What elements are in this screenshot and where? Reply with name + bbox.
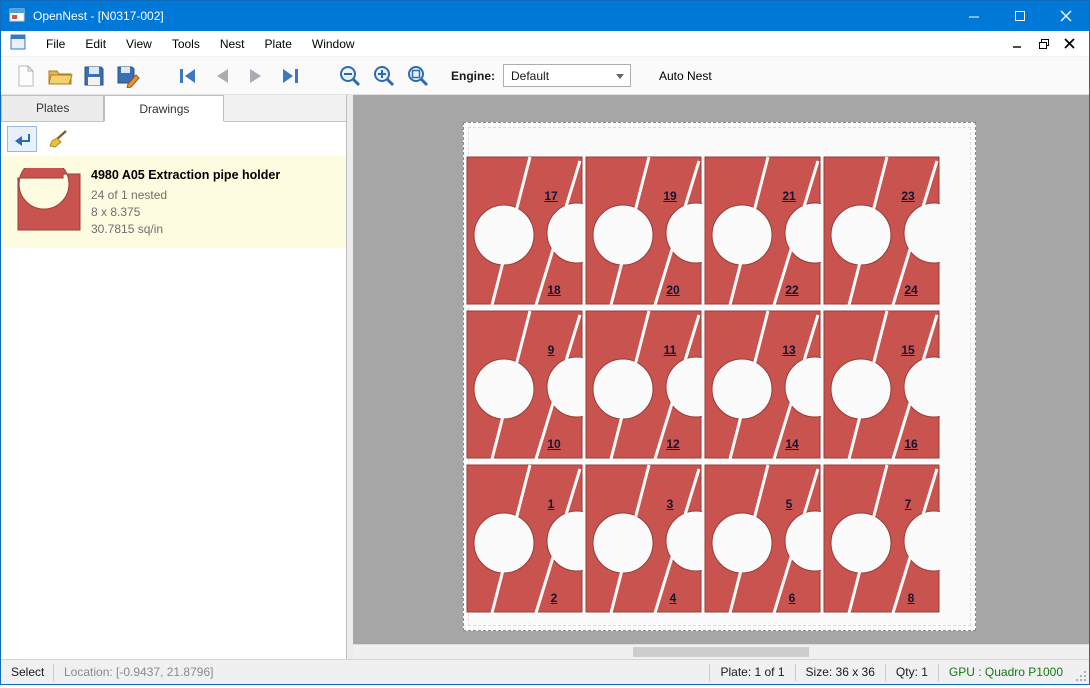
save-button[interactable]	[77, 60, 111, 92]
part-number[interactable]: 23	[885, 189, 931, 203]
open-file-button[interactable]	[43, 60, 77, 92]
part-thumbnail	[7, 164, 91, 238]
plate-count: Plate: 1 of 1	[710, 660, 794, 685]
horizontal-scrollbar[interactable]	[353, 644, 1089, 659]
menu-file[interactable]: File	[36, 31, 75, 57]
plate[interactable]: 17 18 19 20 21 22 23	[463, 122, 976, 631]
nest-canvas[interactable]: 17 18 19 20 21 22 23	[353, 95, 1089, 659]
nested-part-pair[interactable]: 1 2	[466, 463, 583, 615]
nested-part-pair[interactable]: 3 4	[585, 463, 702, 615]
nested-part-pair[interactable]: 17 18	[466, 155, 583, 307]
tab-drawings[interactable]: Drawings	[104, 95, 224, 122]
part-number[interactable]: 19	[647, 189, 693, 203]
part-number[interactable]: 6	[769, 591, 815, 605]
panel-tab-strip: Plates Drawings	[1, 95, 346, 122]
nested-part-pair[interactable]: 13 14	[704, 309, 821, 461]
window-title: OpenNest - [N0317-002]	[33, 9, 164, 23]
previous-plate-button[interactable]	[205, 60, 239, 92]
last-plate-button[interactable]	[273, 60, 307, 92]
nested-part-pair[interactable]: 21 22	[704, 155, 821, 307]
nested-part-pair[interactable]: 19 20	[585, 155, 702, 307]
nested-part-pair[interactable]: 9 10	[466, 309, 583, 461]
mdi-close-button[interactable]	[1057, 33, 1083, 55]
drawing-title: 4980 A05 Extraction pipe holder	[91, 168, 280, 182]
part-number[interactable]: 17	[528, 189, 574, 203]
menu-plate[interactable]: Plate	[255, 31, 302, 57]
plate-qty: Qty: 1	[886, 660, 938, 685]
mdi-restore-button[interactable]	[1031, 33, 1057, 55]
resize-grip[interactable]	[1075, 660, 1089, 685]
part-number[interactable]: 20	[650, 283, 696, 297]
status-bar: Select Location: [-0.9437, 21.8796] Plat…	[1, 659, 1089, 684]
part-number[interactable]: 15	[885, 343, 931, 357]
part-number[interactable]: 4	[650, 591, 696, 605]
gpu-indicator: GPU : Quadro P1000	[939, 660, 1073, 685]
menu-nest[interactable]: Nest	[210, 31, 255, 57]
part-number[interactable]: 24	[888, 283, 934, 297]
cursor-location: Location: [-0.9437, 21.8796]	[54, 660, 223, 685]
chevron-down-icon	[616, 74, 624, 79]
part-number[interactable]: 12	[650, 437, 696, 451]
minimize-button[interactable]	[951, 1, 997, 31]
save-edit-button[interactable]	[111, 60, 145, 92]
part-number[interactable]: 10	[531, 437, 577, 451]
plate-size: Size: 36 x 36	[796, 660, 885, 685]
zoom-fit-button[interactable]	[401, 60, 435, 92]
nested-part-pair[interactable]: 23 24	[823, 155, 940, 307]
clear-nest-button[interactable]	[43, 126, 73, 152]
part-number[interactable]: 9	[528, 343, 574, 357]
part-number[interactable]: 11	[647, 343, 693, 357]
mdi-minimize-button[interactable]	[1005, 33, 1031, 55]
tab-plates[interactable]: Plates	[1, 95, 104, 121]
document-icon	[10, 34, 26, 53]
app-window: OpenNest - [N0317-002] File Edit View To…	[0, 0, 1090, 685]
part-number[interactable]: 7	[885, 497, 931, 511]
engine-label: Engine:	[451, 69, 495, 83]
engine-select[interactable]: Default	[503, 64, 631, 87]
panel-toolbar	[1, 122, 346, 156]
part-number[interactable]: 16	[888, 437, 934, 451]
nested-part-pair[interactable]: 15 16	[823, 309, 940, 461]
next-plate-button[interactable]	[239, 60, 273, 92]
nested-part-pair[interactable]: 5 6	[704, 463, 821, 615]
new-file-button[interactable]	[9, 60, 43, 92]
engine-selected-value: Default	[511, 69, 549, 83]
part-number[interactable]: 18	[531, 283, 577, 297]
drawing-list-item[interactable]: 4980 A05 Extraction pipe holder 24 of 1 …	[1, 156, 346, 248]
auto-nest-button[interactable]: Auto Nest	[653, 65, 718, 87]
menu-tools[interactable]: Tools	[162, 31, 210, 57]
nested-part-pair[interactable]: 11 12	[585, 309, 702, 461]
part-number[interactable]: 22	[769, 283, 815, 297]
first-plate-button[interactable]	[171, 60, 205, 92]
main-toolbar: Engine: Default Auto Nest	[1, 57, 1089, 95]
mode-indicator: Select	[1, 660, 53, 685]
drawing-nested-count: 24 of 1 nested	[91, 187, 280, 204]
nest-grid: 17 18 19 20 21 22 23	[466, 155, 940, 615]
part-number[interactable]: 13	[766, 343, 812, 357]
drawing-area: 30.7815 sq/in	[91, 221, 280, 238]
menu-window[interactable]: Window	[302, 31, 365, 57]
app-icon	[9, 7, 25, 26]
close-button[interactable]	[1043, 1, 1089, 31]
return-to-plate-button[interactable]	[7, 126, 37, 152]
menu-view[interactable]: View	[116, 31, 162, 57]
part-number[interactable]: 5	[766, 497, 812, 511]
scrollbar-thumb[interactable]	[633, 647, 810, 657]
left-panel: Plates Drawings 4980 A05 Extraction pipe…	[1, 95, 347, 659]
part-number[interactable]: 3	[647, 497, 693, 511]
zoom-in-button[interactable]	[367, 60, 401, 92]
part-number[interactable]: 14	[769, 437, 815, 451]
maximize-button[interactable]	[997, 1, 1043, 31]
drawing-dimensions: 8 x 8.375	[91, 204, 280, 221]
part-number[interactable]: 8	[888, 591, 934, 605]
menu-bar: File Edit View Tools Nest Plate Window	[1, 31, 1089, 57]
menu-edit[interactable]: Edit	[75, 31, 116, 57]
title-bar: OpenNest - [N0317-002]	[1, 1, 1089, 31]
part-number[interactable]: 21	[766, 189, 812, 203]
nested-part-pair[interactable]: 7 8	[823, 463, 940, 615]
part-number[interactable]: 1	[528, 497, 574, 511]
part-number[interactable]: 2	[531, 591, 577, 605]
zoom-out-button[interactable]	[333, 60, 367, 92]
